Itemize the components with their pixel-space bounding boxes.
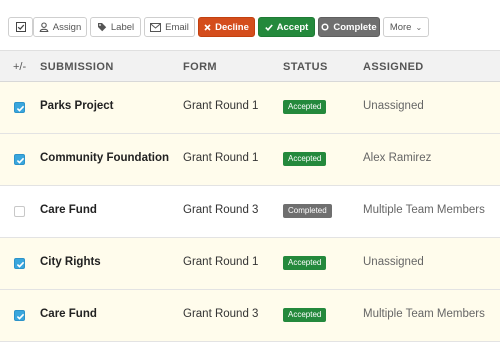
assign-button[interactable]: Assign bbox=[33, 17, 87, 37]
column-header-assigned[interactable]: ASSIGNED bbox=[363, 61, 424, 73]
decline-button-label: Decline bbox=[215, 21, 249, 33]
assigned-to: Unassigned bbox=[363, 256, 424, 268]
email-button-label: Email bbox=[165, 21, 189, 33]
assigned-to: Multiple Team Members bbox=[363, 308, 485, 320]
accept-button[interactable]: Accept bbox=[258, 17, 315, 37]
submission-name[interactable]: Parks Project bbox=[40, 100, 114, 112]
label-button-label: Label bbox=[110, 21, 135, 33]
submission-name[interactable]: Care Fund bbox=[40, 204, 97, 216]
x-icon bbox=[204, 23, 211, 31]
column-header-submission[interactable]: SUBMISSION bbox=[40, 61, 114, 73]
envelope-icon bbox=[150, 22, 162, 32]
complete-button-label: Complete bbox=[333, 21, 377, 33]
table-row[interactable]: Care Fund Grant Round 3 Accepted Multipl… bbox=[0, 290, 500, 342]
submission-name[interactable]: Care Fund bbox=[40, 308, 97, 320]
submission-name[interactable]: Community Foundation bbox=[40, 152, 169, 164]
accept-button-label: Accept bbox=[276, 21, 309, 33]
toolbar: Assign Label Email Decline Accept Comple… bbox=[0, 0, 500, 50]
assigned-to: Unassigned bbox=[363, 100, 424, 112]
table-row[interactable]: Parks Project Grant Round 1 Accepted Una… bbox=[0, 82, 500, 134]
circle-icon bbox=[321, 23, 329, 31]
table-row[interactable]: City Rights Grant Round 1 Accepted Unass… bbox=[0, 238, 500, 290]
status-badge: Completed bbox=[283, 204, 332, 218]
status-badge: Accepted bbox=[283, 152, 327, 166]
submission-name[interactable]: City Rights bbox=[40, 256, 101, 268]
form-name: Grant Round 3 bbox=[183, 308, 259, 320]
checkmark-icon bbox=[16, 105, 25, 112]
assigned-to: Multiple Team Members bbox=[363, 204, 485, 216]
table-row[interactable]: Care Fund Grant Round 3 Completed Multip… bbox=[0, 186, 500, 238]
expand-collapse-toggle[interactable]: +/- bbox=[13, 61, 26, 73]
checkbox-icon bbox=[15, 22, 26, 32]
column-header-form[interactable]: FORM bbox=[183, 61, 217, 73]
column-header-status[interactable]: STATUS bbox=[283, 61, 328, 73]
status-badge: Accepted bbox=[283, 256, 327, 270]
email-button[interactable]: Email bbox=[144, 17, 195, 37]
user-icon bbox=[39, 22, 49, 32]
complete-button[interactable]: Complete bbox=[318, 17, 380, 37]
checkmark-icon bbox=[16, 313, 25, 320]
more-dropdown-button[interactable]: More ⌄ bbox=[383, 17, 429, 37]
row-checkbox[interactable] bbox=[14, 258, 25, 269]
select-all-checkbox-button[interactable] bbox=[8, 17, 33, 37]
row-checkbox[interactable] bbox=[14, 102, 25, 113]
checkmark-icon bbox=[16, 157, 25, 164]
form-name: Grant Round 1 bbox=[183, 256, 259, 268]
table-header: +/- SUBMISSION FORM STATUS ASSIGNED bbox=[0, 50, 500, 82]
table-row[interactable]: Community Foundation Grant Round 1 Accep… bbox=[0, 134, 500, 186]
more-button-label: More bbox=[389, 21, 412, 33]
row-checkbox[interactable] bbox=[14, 310, 25, 321]
form-name: Grant Round 1 bbox=[183, 100, 259, 112]
row-checkbox[interactable] bbox=[14, 154, 25, 165]
checkmark-icon bbox=[16, 261, 25, 268]
assigned-to: Alex Ramirez bbox=[363, 152, 432, 164]
check-icon bbox=[264, 23, 273, 31]
status-badge: Accepted bbox=[283, 100, 327, 114]
status-badge: Accepted bbox=[283, 308, 327, 322]
form-name: Grant Round 3 bbox=[183, 204, 259, 216]
assign-button-label: Assign bbox=[52, 21, 82, 33]
chevron-down-icon: ⌄ bbox=[415, 22, 423, 32]
tag-icon bbox=[97, 23, 107, 32]
form-name: Grant Round 1 bbox=[183, 152, 259, 164]
decline-button[interactable]: Decline bbox=[198, 17, 255, 37]
label-button[interactable]: Label bbox=[90, 17, 141, 37]
row-checkbox[interactable] bbox=[14, 206, 25, 217]
